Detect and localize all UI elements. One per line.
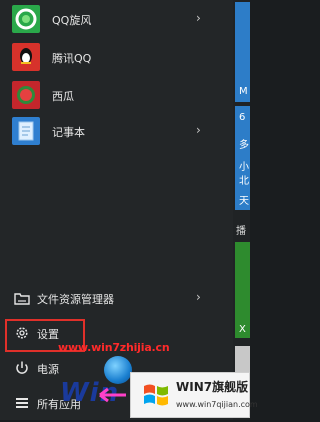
calendar-tile[interactable]: M (235, 2, 250, 102)
badge-title: WIN7旗舰版 (176, 380, 249, 394)
chevron-right-icon[interactable]: › (196, 123, 201, 137)
app-label: 西瓜 (52, 90, 74, 103)
badge-url: www.win7qijian.com (176, 400, 258, 409)
watermark-url: www.win7zhijia.cn (58, 341, 170, 354)
file-explorer-item[interactable]: 文件资源管理器 › (0, 281, 225, 317)
xbox-tile-letter: X (239, 324, 246, 335)
weather-num: 6 (239, 112, 246, 123)
app-item-tencent-qq[interactable]: 腾讯QQ (0, 40, 225, 76)
app-item-xigua[interactable]: 西瓜 (0, 78, 225, 114)
app-item-qqxuanfeng[interactable]: QQ旋风 › (0, 2, 225, 38)
app-label: 记事本 (52, 126, 85, 139)
app-label: 腾讯QQ (52, 52, 92, 65)
calendar-tile-letter: M (239, 86, 248, 97)
app-label: QQ旋风 (52, 14, 92, 27)
tiles-panel: M 6 多 小 北 天 播 X (233, 0, 250, 420)
xbox-tile[interactable]: X (235, 242, 250, 338)
weather-tile[interactable]: 6 多 小 北 天 (235, 106, 250, 210)
win7-badge: WIN7旗舰版 www.win7qijian.com (130, 372, 258, 418)
tiles-section-label: 播 (236, 226, 246, 237)
weather-line3: 小 (239, 162, 249, 173)
power-label: 电源 (37, 363, 59, 376)
all-apps-icon (16, 398, 28, 408)
chevron-right-icon[interactable]: › (196, 290, 201, 304)
qqxuanfeng-icon (12, 5, 40, 33)
windows-flag-icon (144, 384, 168, 406)
weather-line5: 天 (239, 196, 249, 207)
file-explorer-label: 文件资源管理器 (37, 293, 114, 306)
app-item-notepad[interactable]: 记事本 › (0, 114, 225, 150)
folder-icon (14, 293, 30, 305)
tencent-qq-icon (12, 43, 40, 71)
xigua-icon (12, 81, 40, 109)
weather-line4: 北 (239, 176, 249, 187)
chevron-right-icon[interactable]: › (196, 11, 201, 25)
power-icon (16, 361, 28, 374)
notepad-icon (12, 117, 40, 145)
weather-line2: 多 (239, 140, 249, 151)
